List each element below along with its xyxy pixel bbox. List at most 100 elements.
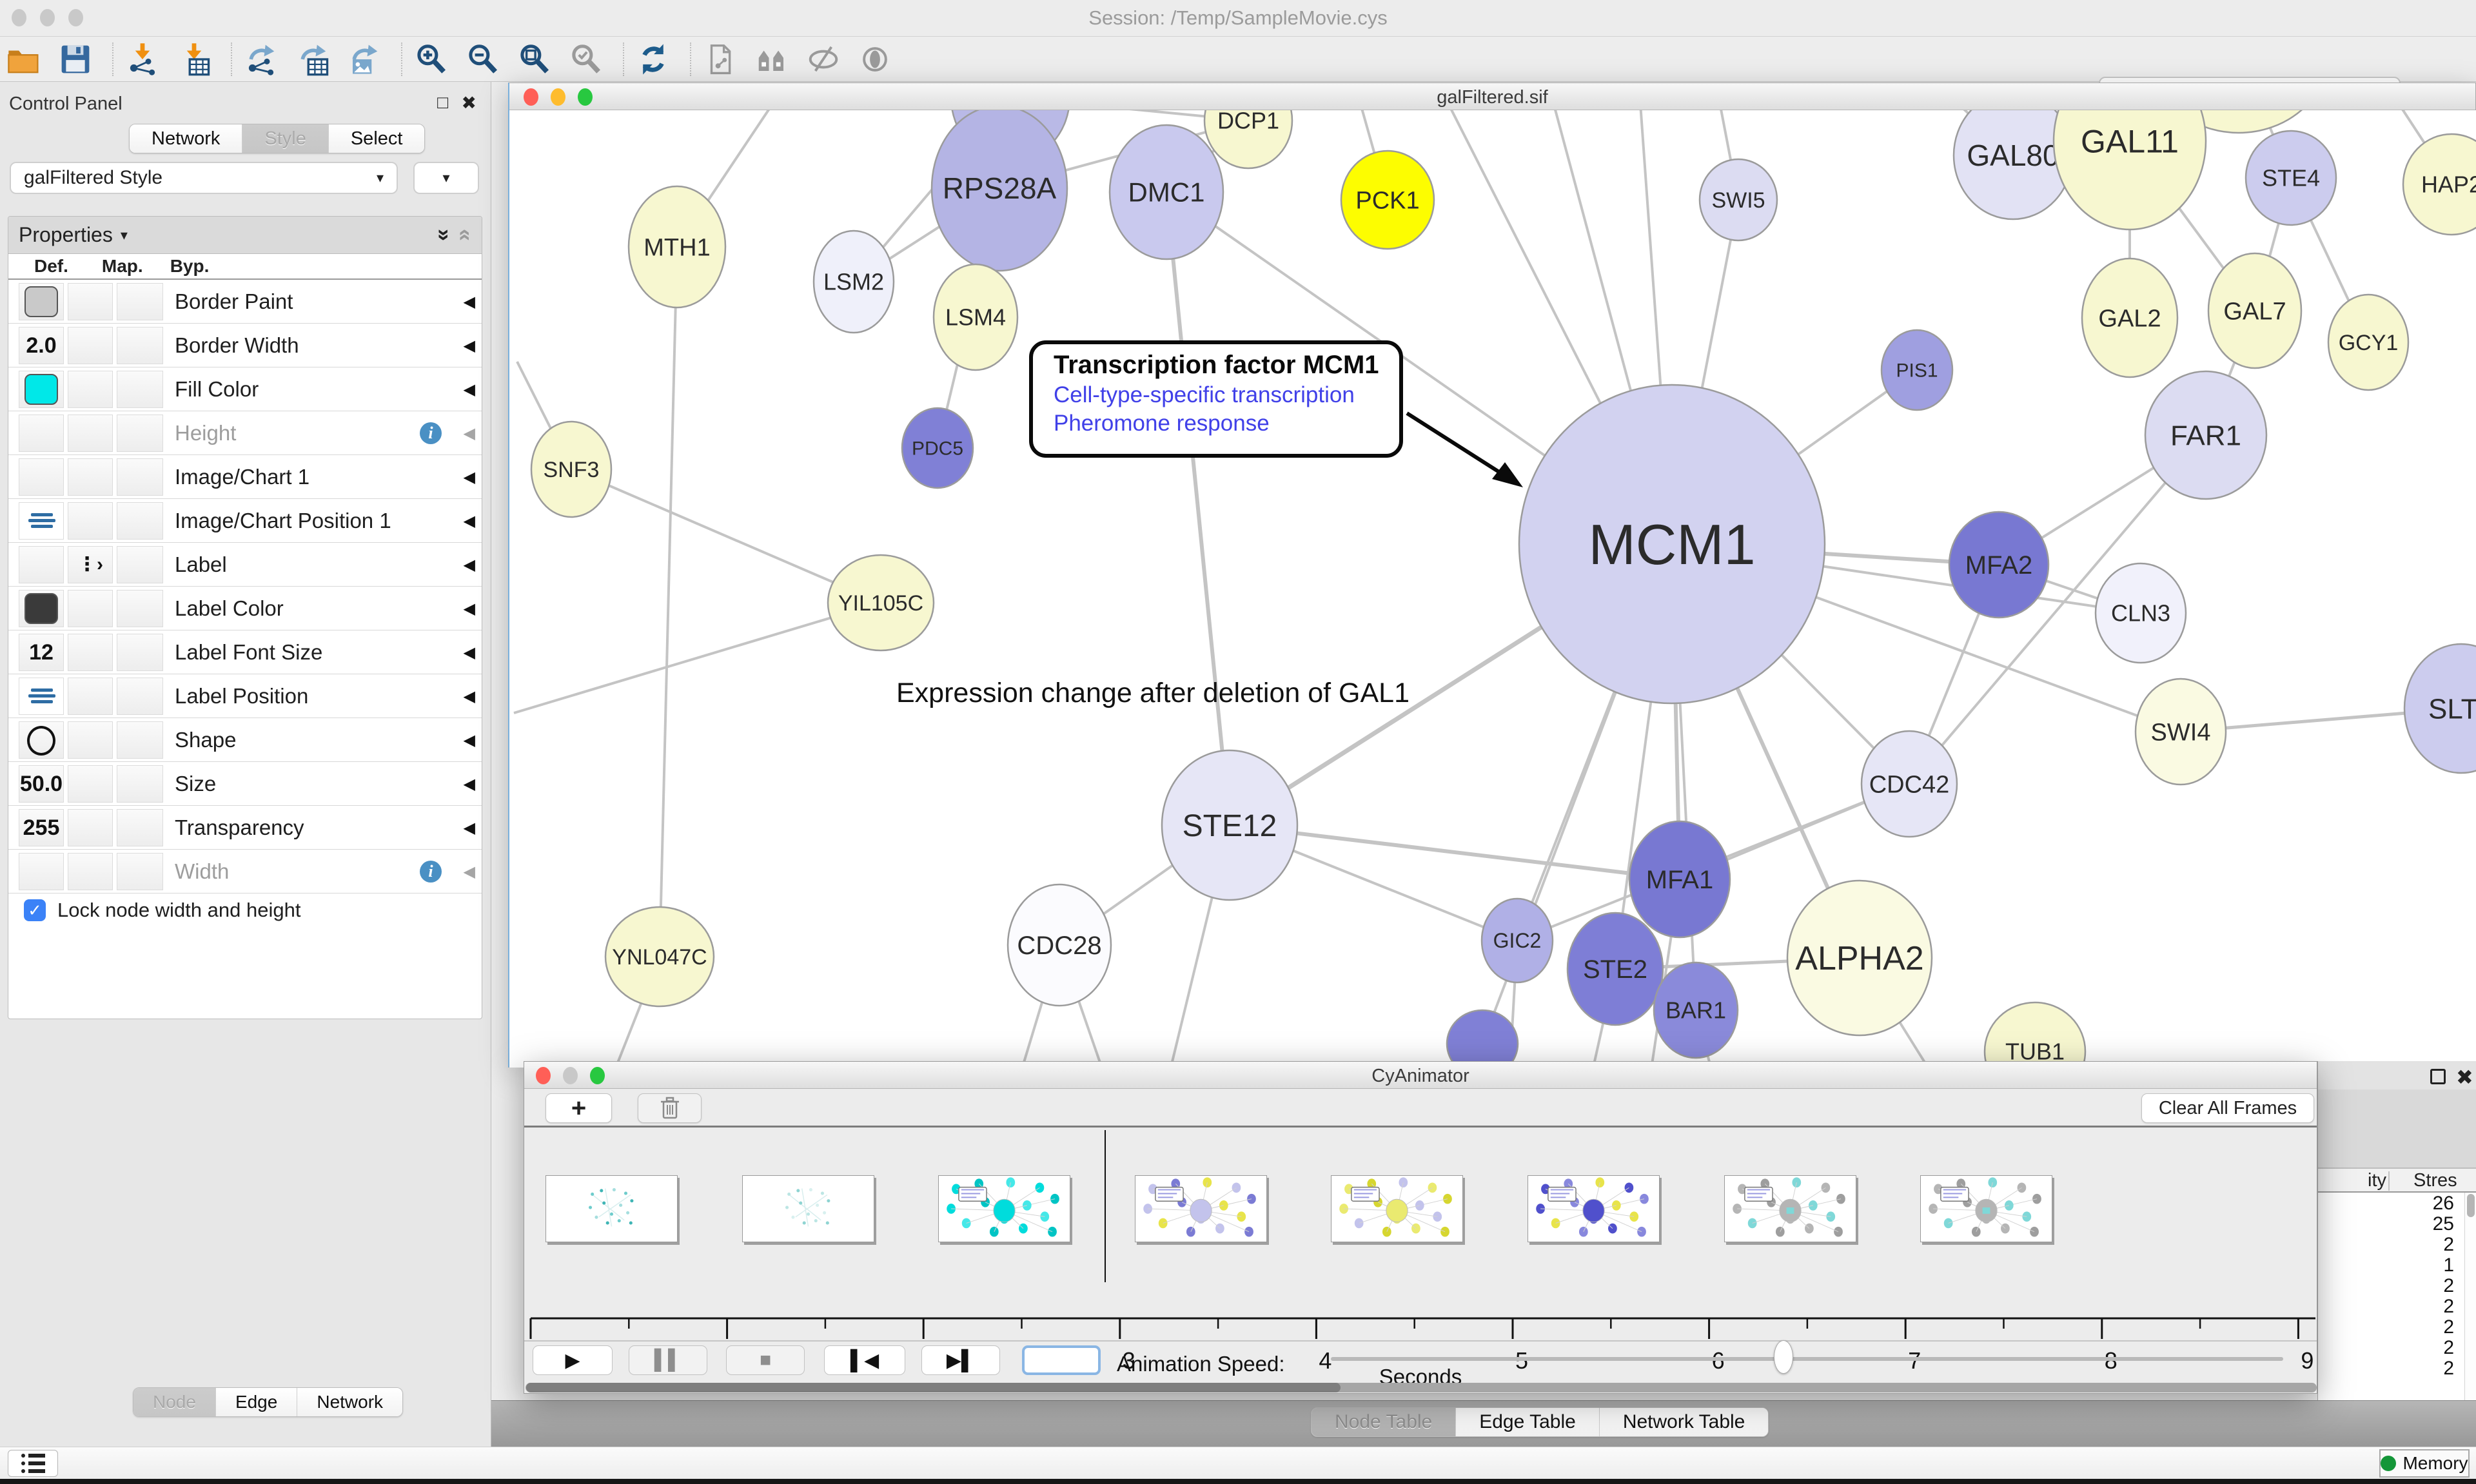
default-value[interactable]: 255 [19,810,63,846]
default-cell[interactable]: 2.0 [19,327,64,364]
property-row-label-font-size[interactable]: 12Label Font Size◀ [8,630,482,674]
open-folder-button[interactable] [5,41,43,78]
clear-all-frames-button[interactable]: Clear All Frames [2141,1093,2314,1123]
info-icon[interactable]: i [420,422,442,444]
slider-thumb[interactable] [1774,1340,1793,1374]
mapping-cell[interactable] [68,590,113,627]
import-table-button[interactable] [175,41,213,78]
task-history-button[interactable] [8,1450,58,1477]
expand-row-icon[interactable]: ◀ [464,731,475,750]
default-cell[interactable] [19,853,64,890]
expand-row-icon[interactable]: ◀ [464,512,475,531]
default-swatch[interactable] [25,286,58,317]
expand-row-icon[interactable]: ◀ [464,424,475,443]
property-row-shape[interactable]: Shape◀ [8,718,482,762]
network-window-titlebar[interactable]: galFiltered.sif [509,83,2475,110]
mapping-cell[interactable] [68,327,113,364]
export-table-button[interactable] [294,41,331,78]
first-neighbors-button[interactable] [753,41,791,78]
expand-row-icon[interactable]: ◀ [464,687,475,706]
default-swatch[interactable] [25,593,58,624]
export-image-button[interactable] [346,41,383,78]
property-row-label[interactable]: ⋮›Label◀ [8,543,482,587]
expand-row-icon[interactable]: ◀ [464,468,475,487]
close-panel-icon[interactable]: ✖ [462,92,477,113]
bypass-cell[interactable] [117,634,163,671]
default-value[interactable]: 2.0 [19,327,63,364]
zoom-in-button[interactable] [413,41,450,78]
mapping-cell[interactable] [68,458,113,496]
expand-row-icon[interactable]: ◀ [464,380,475,399]
table-row[interactable]: 26 [2318,1193,2464,1213]
stop-button[interactable]: ■ [726,1345,805,1375]
zoom-out-button[interactable] [464,41,502,78]
skip-forward-button[interactable]: ▶▌ [921,1345,1000,1375]
default-cell[interactable]: 12 [19,634,64,671]
bypass-cell[interactable] [117,371,163,408]
expand-row-icon[interactable]: ◀ [464,775,475,794]
timeline-frame-3[interactable] [1135,1175,1267,1242]
default-cell[interactable] [19,283,64,320]
bypass-cell[interactable] [117,458,163,496]
timeline-frame-7[interactable] [1920,1175,2052,1242]
add-frame-button[interactable]: + [545,1093,612,1123]
mapping-cell[interactable] [68,765,113,803]
play-button[interactable]: ▶ [533,1345,613,1375]
collapse-all-icon[interactable]: « [453,229,478,241]
clone-network-button[interactable] [702,41,739,78]
mapping-cell[interactable] [68,283,113,320]
table-row[interactable]: 2 [2318,1234,2464,1255]
hide-selected-button[interactable] [805,41,842,78]
bypass-cell[interactable] [117,853,163,890]
mapping-cell[interactable]: ⋮› [68,546,113,583]
bypass-cell[interactable] [117,721,163,759]
mapping-cell[interactable] [68,634,113,671]
bypass-cell[interactable] [117,415,163,452]
float-table-icon[interactable] [2430,1069,2446,1084]
property-row-height[interactable]: Heighti◀ [8,411,482,455]
property-row-fill-color[interactable]: Fill Color◀ [8,367,482,411]
pause-button[interactable]: ▌▌ [629,1345,707,1375]
position-icon[interactable] [31,513,53,528]
close-table-icon[interactable]: ✖ [2456,1065,2473,1089]
bypass-cell[interactable] [117,327,163,364]
property-row-label-color[interactable]: Label Color◀ [8,587,482,630]
default-swatch[interactable] [25,374,58,405]
table-scrollbar[interactable] [2464,1193,2476,1422]
info-icon[interactable]: i [420,861,442,883]
annotation-link[interactable]: Pheromone response [1054,411,1399,436]
import-network-button[interactable] [124,41,161,78]
table-row[interactable]: 2 [2318,1296,2464,1316]
timeline-frame-5[interactable] [1528,1175,1660,1242]
table-row[interactable]: 2 [2318,1275,2464,1296]
export-network-button[interactable] [242,41,280,78]
zoom-selected-button[interactable] [567,41,605,78]
table-row[interactable]: 1 [2318,1255,2464,1275]
table-row[interactable]: 2 [2318,1337,2464,1358]
refresh-layout-button[interactable] [634,41,672,78]
bypass-cell[interactable] [117,678,163,715]
record-button[interactable] [1022,1345,1101,1375]
bypass-cell[interactable] [117,502,163,540]
properties-header[interactable]: Properties ▾ » « [8,217,482,254]
position-icon[interactable] [31,688,53,703]
annotation-link[interactable]: Cell-type-specific transcription [1054,382,1399,408]
discrete-mapping-icon[interactable]: ⋮› [68,547,112,583]
bypass-cell[interactable] [117,283,163,320]
property-row-label-position[interactable]: Label Position◀ [8,674,482,718]
expand-row-icon[interactable]: ◀ [464,863,475,881]
default-value[interactable]: 12 [19,634,63,670]
timeline-frame-6[interactable] [1724,1175,1856,1242]
network-node-smallp[interactable] [1447,1010,1518,1068]
style-selector[interactable]: galFiltered Style ▾ [10,162,398,194]
memory-button[interactable]: Memory [2379,1449,2470,1478]
default-cell[interactable]: 50.0 [19,765,64,803]
default-cell[interactable]: 255 [19,809,64,846]
float-panel-icon[interactable]: □ [437,92,448,113]
mapping-cell[interactable] [68,809,113,846]
horizontal-scrollbar[interactable] [526,1383,2317,1392]
animation-speed-slider[interactable] [1331,1357,2283,1361]
skip-back-button[interactable]: ▌◀ [824,1345,905,1375]
bypass-cell[interactable] [117,765,163,803]
cyanimator-titlebar[interactable]: CyAnimator [524,1062,2317,1089]
